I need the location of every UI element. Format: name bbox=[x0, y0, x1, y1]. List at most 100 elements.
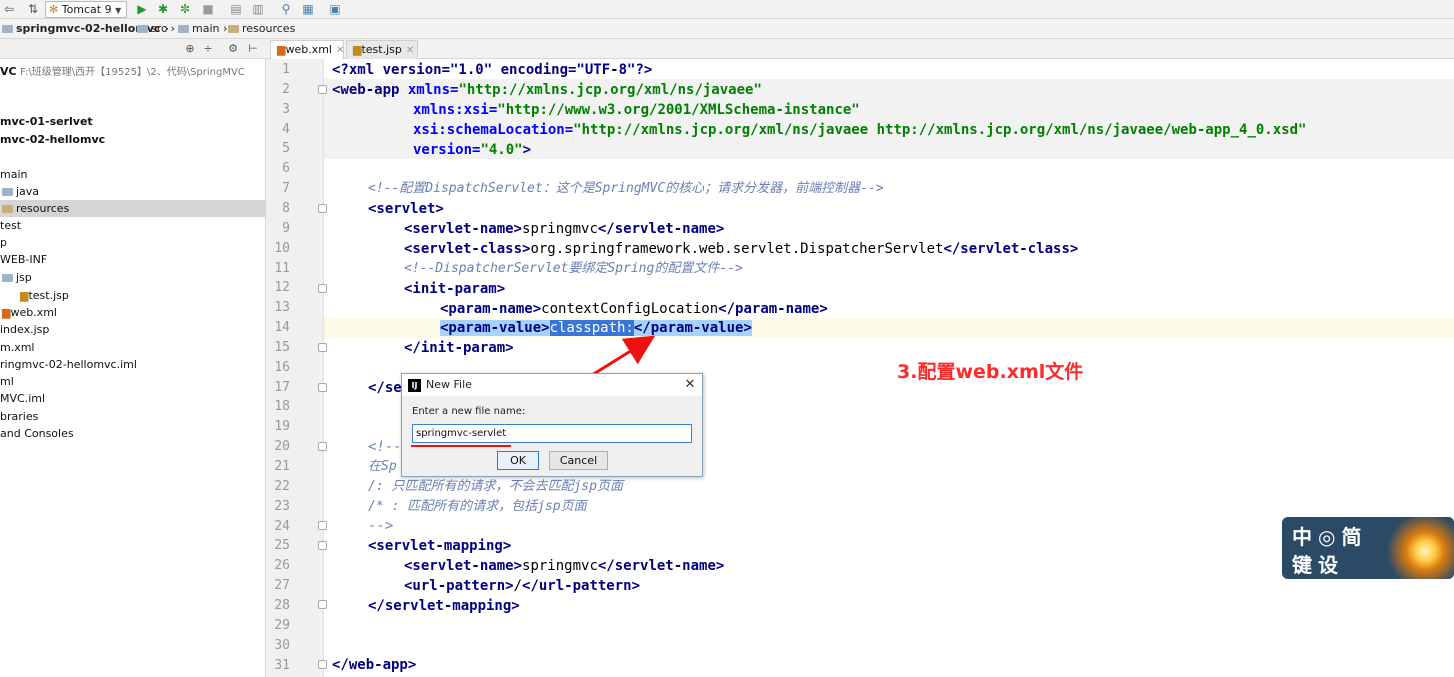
close-icon[interactable]: ✕ bbox=[682, 377, 698, 393]
fold-marker[interactable] bbox=[318, 284, 327, 293]
code-line-5: version="4.0"> bbox=[413, 142, 532, 158]
tree-root[interactable]: VC F:\班级管理\西开【19525】\2、代码\SpringMVC bbox=[0, 63, 245, 80]
build-icon[interactable]: ▤ bbox=[229, 2, 243, 16]
collapse-icon[interactable]: ÷ bbox=[201, 42, 215, 56]
new-file-dialog: New File IJ ✕ Enter a new file name: spr… bbox=[401, 373, 703, 477]
main-toolbar: ⇦ ⇅ ✻ Tomcat 9 ▼ ▶ ✱ ✼ ■ ▤ ▥ ⚲ ▦ ▣ bbox=[0, 0, 1454, 19]
code-line-23: /* : 匹配所有的请求，包括jsp页面 bbox=[368, 499, 587, 514]
debug-icon[interactable]: ✱ bbox=[156, 2, 170, 16]
fold-marker[interactable] bbox=[318, 521, 327, 530]
tab-test-jsp[interactable]: ▆test.jsp ✕ bbox=[346, 40, 418, 59]
run-config-label: Tomcat 9 bbox=[61, 3, 112, 16]
structure-icon[interactable]: ▦ bbox=[301, 2, 315, 16]
line-number: 22 bbox=[274, 478, 290, 494]
line-number: 28 bbox=[274, 597, 290, 613]
tree-item-java[interactable]: java bbox=[2, 183, 39, 200]
dialog-title-bar: New File bbox=[402, 374, 702, 396]
line-number: 4 bbox=[282, 121, 290, 137]
fold-marker[interactable] bbox=[318, 541, 327, 550]
tree-item[interactable]: index.jsp bbox=[0, 321, 49, 338]
vcs-icon[interactable]: ⚲ bbox=[279, 2, 293, 16]
line-number: 9 bbox=[282, 220, 290, 236]
code-line-27: <url-pattern>/</url-pattern> bbox=[404, 578, 641, 594]
code-line-22: /: 只匹配所有的请求，不会去匹配jsp页面 bbox=[368, 479, 623, 494]
fold-marker[interactable] bbox=[318, 600, 327, 609]
code-line-10: <servlet-class>org.springframework.web.s… bbox=[404, 241, 1079, 257]
close-icon[interactable]: ✕ bbox=[336, 45, 344, 56]
folder-icon bbox=[2, 205, 13, 213]
back-icon[interactable]: ⇦ bbox=[2, 2, 16, 16]
tree-item[interactable]: MVC.iml bbox=[0, 390, 45, 407]
code-line-3: xmlns:xsi="http://www.w3.org/2001/XMLSch… bbox=[413, 102, 860, 118]
line-number: 7 bbox=[282, 181, 290, 197]
tree-item[interactable]: ml bbox=[0, 373, 14, 390]
tree-item[interactable]: test bbox=[0, 217, 21, 234]
code-line-14: <param-value>classpath:</param-value> bbox=[440, 320, 752, 336]
project-panel-header: ⊕ ÷ ⚙ ⊢ bbox=[0, 39, 266, 59]
line-number: 1 bbox=[282, 62, 290, 77]
file-name-label: Enter a new file name: bbox=[412, 406, 526, 417]
tree-item[interactable]: and Consoles bbox=[0, 425, 74, 442]
line-number: 12 bbox=[274, 280, 290, 296]
watermark-text: 键设 bbox=[1292, 553, 1344, 577]
run-icon[interactable]: ▶ bbox=[135, 2, 149, 16]
breadcrumb-src[interactable]: src › bbox=[137, 19, 175, 38]
tree-item[interactable]: m.xml bbox=[0, 339, 35, 356]
code-line-1: <?xml version="1.0" encoding="UTF-8"?> bbox=[332, 62, 653, 78]
tree-item[interactable]: mvc-02-hellomvc bbox=[0, 131, 105, 148]
deploy-icon[interactable]: ▣ bbox=[328, 2, 342, 16]
breadcrumb-main[interactable]: main › bbox=[178, 19, 227, 38]
fold-marker[interactable] bbox=[318, 383, 327, 392]
close-icon[interactable]: ✕ bbox=[406, 45, 414, 56]
fold-marker[interactable] bbox=[318, 204, 327, 213]
ok-button[interactable]: OK bbox=[497, 451, 539, 470]
line-number: 11 bbox=[274, 260, 290, 276]
tree-item-test-jsp[interactable]: ▆test.jsp bbox=[20, 287, 69, 304]
fold-marker[interactable] bbox=[318, 343, 327, 352]
breadcrumb-resources[interactable]: resources bbox=[228, 19, 295, 38]
code-line-4: xsi:schemaLocation="http://xmlns.jcp.org… bbox=[413, 122, 1307, 138]
code-line-12: <init-param> bbox=[404, 281, 506, 297]
sparkle-decoration bbox=[1382, 517, 1454, 579]
tree-item[interactable]: WEB-INF bbox=[0, 251, 47, 268]
code-line-7: <!--配置DispatchServlet：这个是SpringMVC的核心；请求… bbox=[368, 181, 884, 196]
cancel-button[interactable]: Cancel bbox=[549, 451, 608, 470]
line-number: 27 bbox=[274, 578, 290, 594]
code-line-8: <servlet> bbox=[368, 201, 444, 217]
intellij-logo-icon: IJ bbox=[408, 379, 421, 392]
annotation-label: 3.配置web.xml文件 bbox=[897, 361, 1084, 383]
line-number: 13 bbox=[274, 300, 290, 316]
stop-icon[interactable]: ■ bbox=[201, 2, 215, 16]
tree-item-web-xml[interactable]: ▆web.xml bbox=[2, 304, 57, 321]
tree-item-resources[interactable]: resources bbox=[0, 200, 266, 217]
hide-icon[interactable]: ⊢ bbox=[246, 42, 260, 56]
line-number: 14 bbox=[274, 320, 290, 336]
coverage-icon[interactable]: ✼ bbox=[178, 2, 192, 16]
code-line-17: </se bbox=[368, 380, 402, 396]
tree-item[interactable]: braries bbox=[0, 408, 38, 425]
fold-marker[interactable] bbox=[318, 442, 327, 451]
tree-item[interactable]: p bbox=[0, 234, 7, 251]
gear-icon[interactable]: ⚙ bbox=[226, 42, 240, 56]
locate-icon[interactable]: ⊕ bbox=[183, 42, 197, 56]
tab-web-xml[interactable]: ▆web.xml ✕ bbox=[270, 40, 344, 59]
profile-icon[interactable]: ▥ bbox=[251, 2, 265, 16]
line-number: 20 bbox=[274, 439, 290, 455]
editor-tabs: ▆web.xml ✕ ▆test.jsp ✕ bbox=[266, 39, 1454, 59]
tree-item[interactable]: mvc-01-serlvet bbox=[0, 113, 93, 130]
line-number: 17 bbox=[274, 379, 290, 395]
tree-item[interactable]: main bbox=[0, 166, 27, 183]
code-line-26: <servlet-name>springmvc</servlet-name> bbox=[404, 558, 725, 574]
fold-marker[interactable] bbox=[318, 85, 327, 94]
run-config-select[interactable]: ✻ Tomcat 9 ▼ bbox=[45, 1, 127, 18]
folder-icon bbox=[228, 25, 239, 33]
code-line-13: <param-name>contextConfigLocation</param… bbox=[440, 301, 828, 317]
file-name-input[interactable]: springmvc-servlet bbox=[412, 424, 692, 443]
tree-item[interactable]: ringmvc-02-hellomvc.iml bbox=[0, 356, 137, 373]
line-number: 6 bbox=[282, 161, 290, 177]
sync-icon[interactable]: ⇅ bbox=[26, 2, 40, 16]
tree-item-jsp[interactable]: jsp bbox=[2, 269, 32, 286]
folder-icon bbox=[137, 25, 148, 33]
code-line-20: <!-- bbox=[368, 439, 402, 455]
fold-marker[interactable] bbox=[318, 660, 327, 669]
